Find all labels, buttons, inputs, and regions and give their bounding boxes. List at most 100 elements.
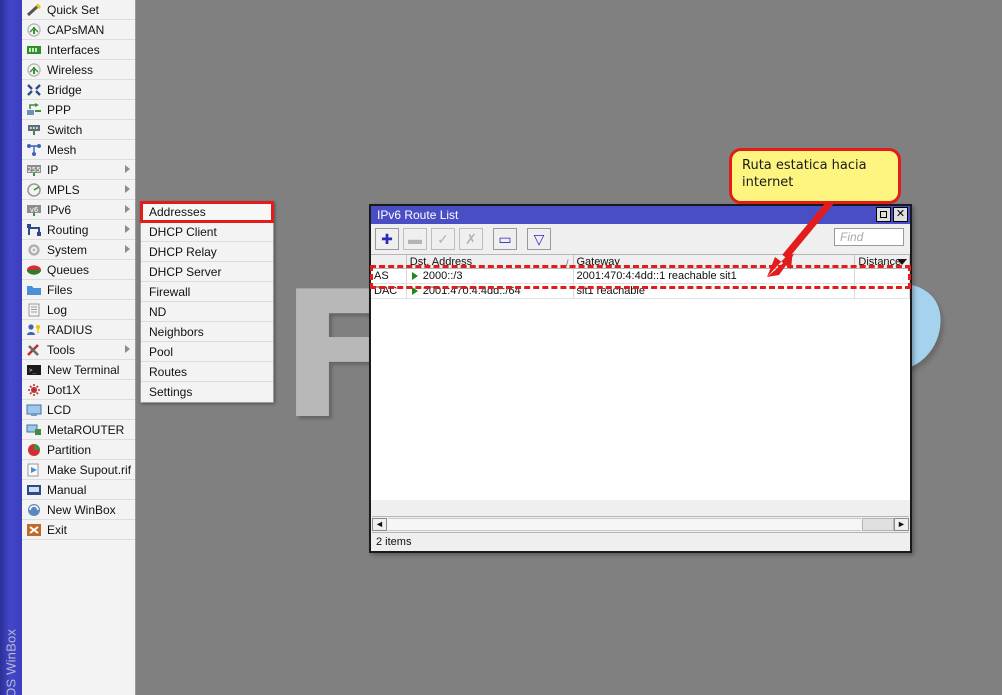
submenu-item-label: Firewall xyxy=(149,284,191,299)
scrollbar-thumb[interactable] xyxy=(862,517,894,531)
column-header-dst-address[interactable]: Dst. Address / xyxy=(407,255,574,268)
sidebar-item-label: CAPsMAN xyxy=(47,22,105,37)
sidebar-item-quick-set[interactable]: Quick Set xyxy=(22,0,135,20)
close-button[interactable]: ✕ xyxy=(893,207,908,222)
horizontal-scrollbar[interactable]: ◄ ► xyxy=(372,516,909,531)
plus-icon: ✚ xyxy=(381,230,393,247)
distance-cell xyxy=(855,269,910,283)
window-titlebar[interactable]: IPv6 Route List ✕ xyxy=(371,206,910,224)
column-header-flags[interactable] xyxy=(371,255,407,268)
sidebar-item-label: Queues xyxy=(47,262,90,277)
table-row[interactable]: DAC 2001:470:4:4dd::/64 sit1 reachable xyxy=(371,284,910,299)
supout-icon xyxy=(26,463,42,477)
submenu-item-dhcp-server[interactable]: DHCP Server xyxy=(141,262,273,282)
check-icon: ✓ xyxy=(437,230,449,247)
sidebar-item-files[interactable]: Files xyxy=(22,280,135,300)
submenu-item-dhcp-relay[interactable]: DHCP Relay xyxy=(141,242,273,262)
sidebar-item-exit[interactable]: Exit xyxy=(22,520,135,540)
column-header-gateway[interactable]: Gateway xyxy=(574,255,856,268)
submenu-item-label: Addresses xyxy=(149,204,206,219)
table-header: Dst. Address / Gateway Distance xyxy=(371,254,910,269)
submenu-item-label: ND xyxy=(149,304,167,319)
scroll-right-arrow-icon[interactable]: ► xyxy=(894,517,909,531)
sidebar-item-switch[interactable]: Switch xyxy=(22,120,135,140)
sidebar-item-label: New Terminal xyxy=(47,362,120,377)
lcd-screen-icon xyxy=(26,403,42,417)
sidebar-item-dot1x[interactable]: Dot1X xyxy=(22,380,135,400)
log-icon xyxy=(26,303,42,317)
antenna-icon xyxy=(26,22,42,37)
sidebar-item-ipv6[interactable]: v6 IPv6 xyxy=(22,200,135,220)
sidebar-item-make-supout-rif[interactable]: Make Supout.rif xyxy=(22,460,135,480)
mesh-icon xyxy=(26,143,42,157)
exit-icon xyxy=(26,523,42,537)
table-row[interactable]: AS 2000::/3 2001:470:4:4dd::1 reachable si… xyxy=(371,269,910,284)
terminal-icon: >_ xyxy=(26,363,42,377)
close-icon: ✕ xyxy=(895,208,906,220)
submenu-item-firewall[interactable]: Firewall xyxy=(141,282,273,302)
sidebar-item-tools[interactable]: Tools xyxy=(22,340,135,360)
chevron-right-icon xyxy=(125,345,130,353)
submenu-item-routes[interactable]: Routes xyxy=(141,362,273,382)
sidebar-menu[interactable]: Quick Set CAPsMAN Interfaces Wireless Bridge… xyxy=(22,0,135,695)
comment-button[interactable]: ▭ xyxy=(493,228,517,250)
sidebar-item-new-winbox[interactable]: New WinBox xyxy=(22,500,135,520)
scrollbar-track[interactable] xyxy=(388,517,861,531)
sidebar-item-ip[interactable]: 255 IP xyxy=(22,160,135,180)
sidebar-item-queues[interactable]: Queues xyxy=(22,260,135,280)
route-active-arrow-icon xyxy=(411,272,418,280)
maximize-button[interactable] xyxy=(876,207,891,222)
window-controls: ✕ xyxy=(876,207,908,222)
wand-icon xyxy=(26,3,42,17)
submenu-item-pool[interactable]: Pool xyxy=(141,342,273,362)
enable-route-button[interactable]: ✓ xyxy=(431,228,455,250)
sidebar-item-metarouter[interactable]: MetaROUTER xyxy=(22,420,135,440)
column-menu-button[interactable] xyxy=(894,255,910,269)
add-route-button[interactable]: ✚ xyxy=(375,228,399,250)
sidebar-item-partition[interactable]: Partition xyxy=(22,440,135,460)
sidebar-item-radius[interactable]: RADIUS xyxy=(22,320,135,340)
table-body[interactable]: AS 2000::/3 2001:470:4:4dd::1 reachable si… xyxy=(371,269,910,500)
sidebar-item-bridge[interactable]: Bridge xyxy=(22,80,135,100)
sidebar-item-log[interactable]: Log xyxy=(22,300,135,320)
submenu-item-neighbors[interactable]: Neighbors xyxy=(141,322,273,342)
sidebar-item-label: MPLS xyxy=(47,182,80,197)
sidebar-item-capsman[interactable]: CAPsMAN xyxy=(22,20,135,40)
sidebar-item-manual[interactable]: Manual xyxy=(22,480,135,500)
sidebar-item-ppp[interactable]: PPP xyxy=(22,100,135,120)
submenu-item-settings[interactable]: Settings xyxy=(141,382,273,402)
nic-card-icon xyxy=(26,43,42,57)
submenu-item-nd[interactable]: ND xyxy=(141,302,273,322)
filter-button[interactable]: ▽ xyxy=(527,228,551,250)
sidebar-item-system[interactable]: System xyxy=(22,240,135,260)
submenu-item-label: DHCP Relay xyxy=(149,244,217,259)
sidebar-brand-strip: RouterOS WinBox xyxy=(0,0,22,695)
sidebar-item-interfaces[interactable]: Interfaces xyxy=(22,40,135,60)
funnel-icon: ▽ xyxy=(533,230,545,247)
sidebar-item-label: Quick Set xyxy=(47,2,100,17)
find-input[interactable]: Find xyxy=(834,228,904,246)
sort-indicator-icon: / xyxy=(565,258,569,268)
sidebar-item-label: Routing xyxy=(47,222,89,237)
sidebar-item-mpls[interactable]: MPLS xyxy=(22,180,135,200)
sidebar-item-label: New WinBox xyxy=(47,502,116,517)
dst-address-cell: 2000::/3 xyxy=(407,269,574,283)
sidebar-item-routing[interactable]: Routing xyxy=(22,220,135,240)
sidebar-item-label: Bridge xyxy=(47,82,82,97)
column-header-label: Dst. Address xyxy=(409,256,473,268)
sidebar-item-mesh[interactable]: Mesh xyxy=(22,140,135,160)
sidebar-item-lcd[interactable]: LCD xyxy=(22,400,135,420)
remove-route-button[interactable]: ▬ xyxy=(403,228,427,250)
submenu-item-addresses[interactable]: Addresses xyxy=(140,201,274,223)
sidebar-item-label: Dot1X xyxy=(47,382,81,397)
disable-route-button[interactable]: ✗ xyxy=(459,228,483,250)
sidebar-item-label: Make Supout.rif xyxy=(47,462,132,477)
sidebar-item-new-terminal[interactable]: >_ New Terminal xyxy=(22,360,135,380)
scroll-left-arrow-icon[interactable]: ◄ xyxy=(372,517,387,531)
winbox-sidebar: RouterOS WinBox Quick Set CAPsMAN Interfac… xyxy=(0,0,136,695)
sidebar-item-wireless[interactable]: Wireless xyxy=(22,60,135,80)
ipv6-submenu[interactable]: Addresses DHCP Client DHCP Relay DHCP Serve… xyxy=(140,201,274,403)
distance-cell xyxy=(855,284,910,298)
partition-icon xyxy=(26,443,42,457)
submenu-item-dhcp-client[interactable]: DHCP Client xyxy=(141,222,273,242)
